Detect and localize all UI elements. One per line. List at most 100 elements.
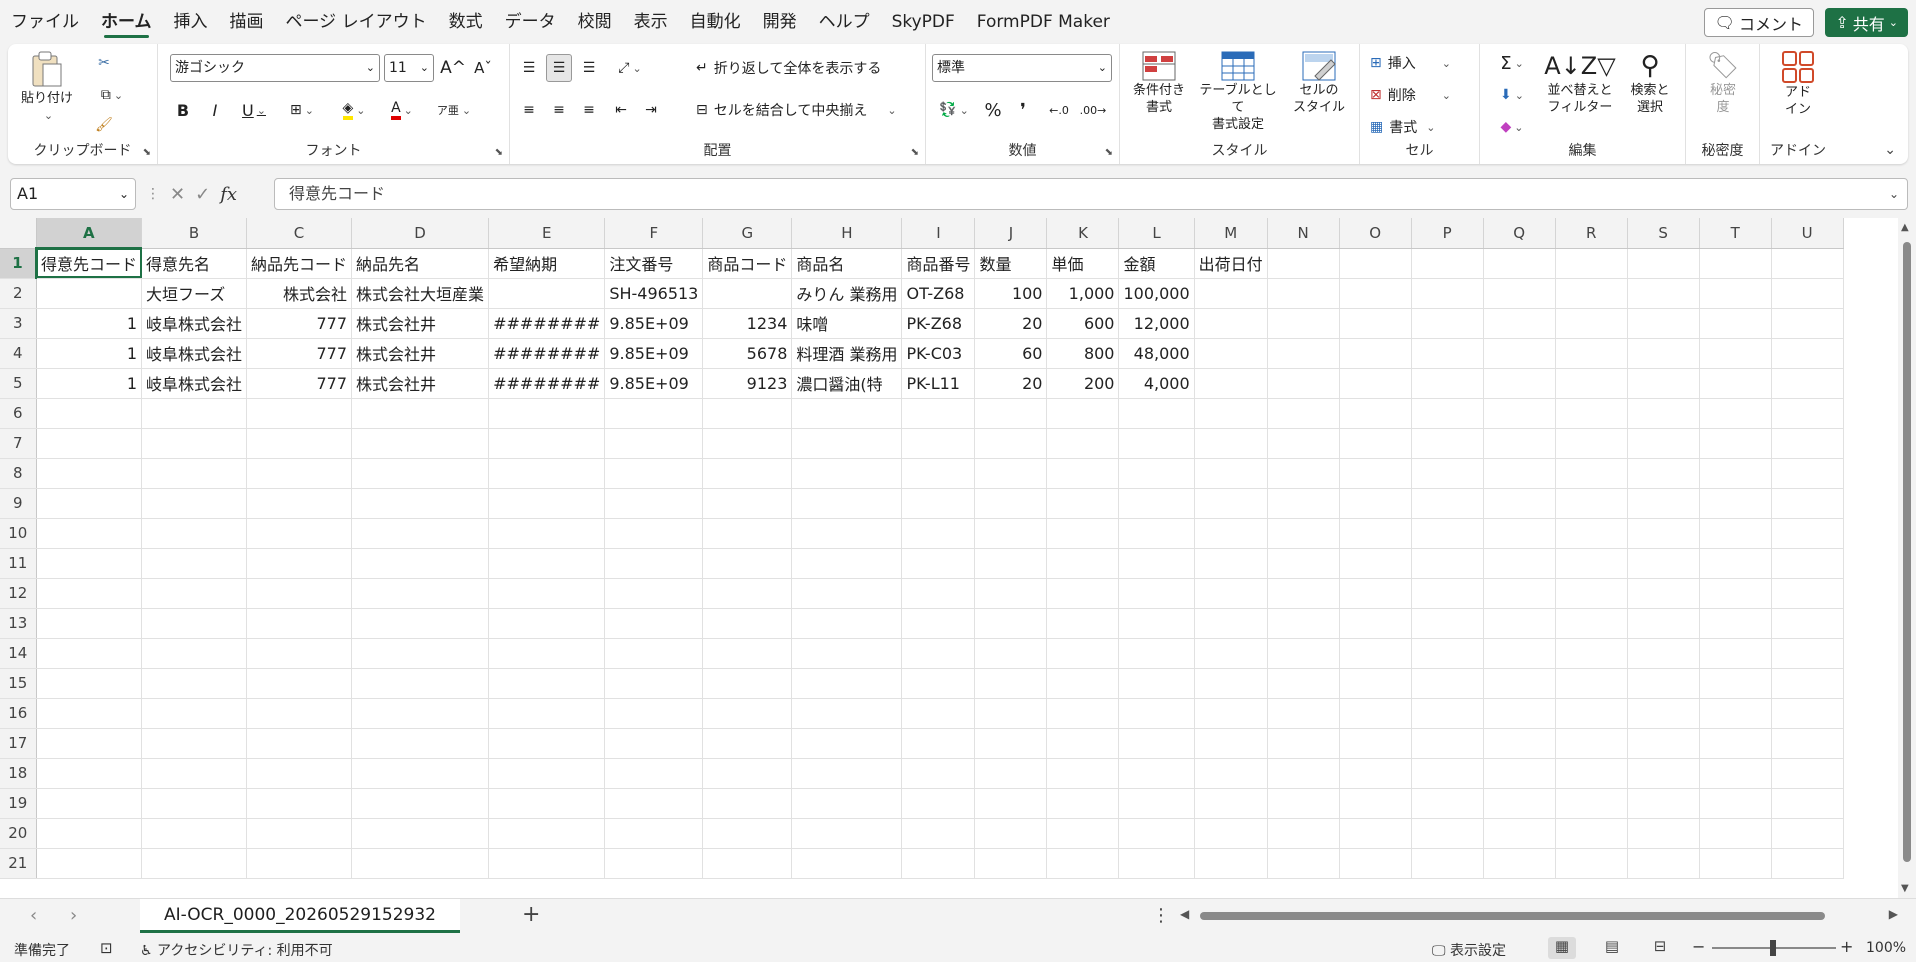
cell[interactable] xyxy=(488,848,606,879)
conditional-format-button[interactable]: 条件付き 書式 xyxy=(1126,50,1192,116)
column-header[interactable]: O xyxy=(1339,218,1412,249)
cell[interactable] xyxy=(488,788,606,819)
cut-button[interactable]: ✂ xyxy=(90,50,118,76)
decrease-indent-button[interactable]: ⇤ xyxy=(608,96,634,124)
paste-button[interactable]: 貼り付け ⌄ xyxy=(20,50,74,124)
cell[interactable] xyxy=(351,758,490,789)
cell[interactable] xyxy=(1267,458,1340,489)
cell[interactable] xyxy=(1627,728,1700,759)
cell[interactable] xyxy=(901,608,976,639)
row-header[interactable]: 10 xyxy=(0,518,37,549)
cell[interactable] xyxy=(1771,398,1844,429)
cell[interactable] xyxy=(1627,698,1700,729)
cell[interactable] xyxy=(1699,518,1772,549)
cell[interactable] xyxy=(141,668,248,699)
cell[interactable] xyxy=(1046,848,1120,879)
cell[interactable]: 得意先コード xyxy=(36,248,143,279)
menu-tab[interactable]: 描画 xyxy=(219,0,275,44)
cell[interactable] xyxy=(1699,548,1772,579)
cell[interactable] xyxy=(351,488,490,519)
menu-tab[interactable]: FormPDF Maker xyxy=(966,0,1121,44)
cell[interactable] xyxy=(246,788,353,819)
accounting-button[interactable]: 💱 ⌄ xyxy=(932,96,976,124)
row-header[interactable]: 16 xyxy=(0,698,37,729)
cell[interactable] xyxy=(1339,428,1412,459)
cancel-icon[interactable]: ✕ xyxy=(170,184,185,205)
cell[interactable] xyxy=(246,728,353,759)
cell[interactable] xyxy=(1555,428,1628,459)
cell[interactable] xyxy=(1771,788,1844,819)
cell[interactable] xyxy=(1771,578,1844,609)
cell[interactable] xyxy=(488,278,606,309)
cell[interactable] xyxy=(702,638,793,669)
cell[interactable] xyxy=(36,548,143,579)
cell[interactable]: 商品名 xyxy=(791,248,903,279)
cell[interactable] xyxy=(1118,578,1195,609)
insert-cells-button[interactable]: ⊞ 挿入 ⌄ xyxy=(1370,50,1451,76)
cell[interactable] xyxy=(1771,728,1844,759)
cell[interactable] xyxy=(1118,818,1195,849)
cell[interactable] xyxy=(1339,338,1412,369)
cell[interactable] xyxy=(1483,608,1556,639)
cell[interactable] xyxy=(974,698,1048,729)
menu-tab[interactable]: ヘルプ xyxy=(808,0,881,44)
cell[interactable] xyxy=(1699,368,1772,399)
cell[interactable] xyxy=(488,758,606,789)
cell[interactable] xyxy=(1411,818,1484,849)
cell[interactable] xyxy=(1118,548,1195,579)
cell[interactable] xyxy=(604,578,704,609)
cell[interactable] xyxy=(1411,488,1484,519)
cell[interactable]: 100 xyxy=(974,278,1048,309)
cell[interactable] xyxy=(1267,818,1340,849)
cell[interactable] xyxy=(974,638,1048,669)
cell[interactable] xyxy=(1555,818,1628,849)
cell[interactable] xyxy=(488,548,606,579)
cell[interactable] xyxy=(1118,758,1195,789)
cell[interactable] xyxy=(141,608,248,639)
cell[interactable] xyxy=(1339,758,1412,789)
cell[interactable] xyxy=(1699,278,1772,309)
display-settings-button[interactable]: 🖵 表示設定 xyxy=(1432,940,1506,960)
cell[interactable] xyxy=(1194,488,1268,519)
cell[interactable] xyxy=(974,848,1048,879)
cell[interactable] xyxy=(488,518,606,549)
cell[interactable]: 5678 xyxy=(702,338,793,369)
row-header[interactable]: 3 xyxy=(0,308,37,339)
cell[interactable] xyxy=(1555,698,1628,729)
expand-formula-icon[interactable]: ⌄ xyxy=(1889,179,1899,209)
cell[interactable]: ######## xyxy=(488,338,606,369)
font-size-select[interactable]: 11 ⌄ xyxy=(384,54,434,82)
cell[interactable] xyxy=(791,848,903,879)
cell[interactable] xyxy=(604,458,704,489)
cell[interactable] xyxy=(1411,758,1484,789)
row-header[interactable]: 17 xyxy=(0,728,37,759)
sensitivity-button[interactable]: 🏷 秘密 度 xyxy=(1694,50,1752,116)
cell[interactable] xyxy=(1267,398,1340,429)
cell[interactable] xyxy=(488,728,606,759)
dialog-launcher-icon[interactable]: ⬊ xyxy=(1105,147,1113,158)
cell[interactable] xyxy=(1699,788,1772,819)
delete-cells-button[interactable]: ⊠ 削除 ⌄ xyxy=(1370,82,1451,108)
share-button[interactable]: ⇪ 共有 ⌄ xyxy=(1825,8,1908,37)
cell[interactable] xyxy=(1771,488,1844,519)
cell[interactable] xyxy=(1483,368,1556,399)
cell[interactable] xyxy=(1118,488,1195,519)
comma-button[interactable]: ❜ xyxy=(1010,96,1036,124)
column-header[interactable]: N xyxy=(1267,218,1340,249)
bold-button[interactable]: B xyxy=(170,96,196,124)
cell[interactable]: ######## xyxy=(488,308,606,339)
fill-color-button[interactable]: ◈ ⌄ xyxy=(334,96,374,124)
cell[interactable] xyxy=(1555,848,1628,879)
row-header[interactable]: 18 xyxy=(0,758,37,789)
worksheet[interactable]: A B C D E F G H I J K L M N O P Q R S T U 1 得意先コード 得意先名 納品先コード 納品… xyxy=(0,218,1916,898)
cell[interactable] xyxy=(1555,248,1628,279)
cell[interactable]: 777 xyxy=(246,308,353,339)
cell[interactable] xyxy=(1699,398,1772,429)
cell[interactable]: SH-496513 xyxy=(604,278,704,309)
menu-tab[interactable]: データ xyxy=(494,0,567,44)
cell[interactable]: 商品番号 xyxy=(901,248,976,279)
format-cells-button[interactable]: ▦ 書式 ⌄ xyxy=(1370,114,1435,140)
cell[interactable] xyxy=(1555,488,1628,519)
cell[interactable] xyxy=(901,818,976,849)
cell[interactable] xyxy=(351,578,490,609)
